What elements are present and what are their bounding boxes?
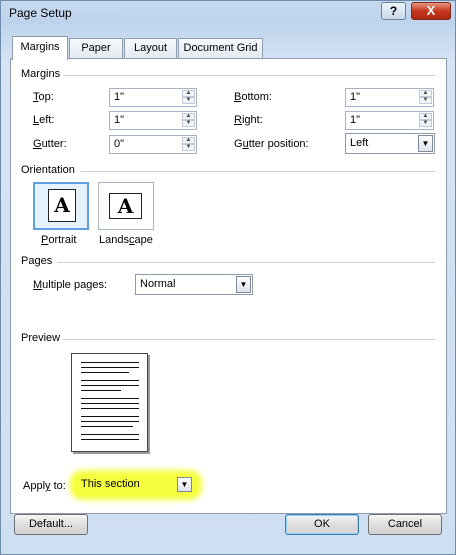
preview-divider bbox=[63, 339, 435, 340]
gutter-value: 0" bbox=[114, 138, 125, 150]
help-button[interactable]: ? bbox=[381, 2, 406, 20]
window-title: Page Setup bbox=[9, 6, 72, 20]
spin-down-icon[interactable]: ▼ bbox=[182, 120, 195, 127]
multiple-pages-value: Normal bbox=[140, 278, 176, 290]
top-margin-spinner[interactable]: 1" ▲ ▼ bbox=[109, 88, 197, 107]
ok-button-label: OK bbox=[314, 518, 330, 530]
left-margin-spinner[interactable]: 1" ▲ ▼ bbox=[109, 111, 197, 130]
tab-layout[interactable]: Layout bbox=[124, 38, 177, 59]
tab-margins-label: Margins bbox=[20, 41, 60, 53]
spin-down-icon[interactable]: ▼ bbox=[182, 97, 195, 104]
chevron-down-icon[interactable]: ▼ bbox=[236, 276, 251, 293]
right-margin-spinner[interactable]: 1" ▲ ▼ bbox=[345, 111, 434, 130]
apply-to-select[interactable]: This section ▼ bbox=[76, 475, 194, 494]
landscape-label: Landscape bbox=[99, 234, 153, 246]
apply-to-label: Apply to: bbox=[23, 480, 66, 492]
multiple-pages-label: Multiple pages: bbox=[33, 279, 107, 291]
margins-section-label: Margins bbox=[21, 68, 61, 80]
tab-layout-label: Layout bbox=[133, 42, 168, 54]
chevron-down-icon[interactable]: ▼ bbox=[418, 135, 433, 152]
spin-up-icon[interactable]: ▲ bbox=[182, 90, 195, 97]
chevron-down-icon[interactable]: ▼ bbox=[177, 477, 192, 492]
preview-section-label: Preview bbox=[21, 332, 61, 344]
tab-document-grid[interactable]: Document Grid bbox=[178, 38, 263, 59]
ok-button[interactable]: OK bbox=[285, 514, 359, 535]
cancel-button[interactable]: Cancel bbox=[368, 514, 442, 535]
left-label: Left: bbox=[33, 114, 55, 126]
top-label: Top: bbox=[33, 91, 54, 103]
bottom-margin-value: 1" bbox=[350, 91, 361, 103]
right-margin-value: 1" bbox=[350, 114, 361, 126]
spin-up-icon[interactable]: ▲ bbox=[419, 90, 432, 97]
tab-paper[interactable]: Paper bbox=[69, 38, 123, 59]
gutter-spinner[interactable]: 0" ▲ ▼ bbox=[109, 135, 197, 154]
pages-section-label: Pages bbox=[21, 255, 53, 267]
tab-document-grid-label: Document Grid bbox=[183, 42, 258, 54]
gutter-label: Gutter: bbox=[33, 138, 67, 150]
pages-divider bbox=[57, 262, 435, 263]
multiple-pages-select[interactable]: Normal ▼ bbox=[135, 274, 253, 295]
spin-down-icon[interactable]: ▼ bbox=[419, 97, 432, 104]
preview-page-thumbnail bbox=[71, 353, 148, 452]
landscape-page-icon: A bbox=[109, 193, 142, 219]
portrait-page-icon: A bbox=[48, 189, 76, 222]
orientation-section-label: Orientation bbox=[21, 164, 75, 176]
tab-paper-label: Paper bbox=[81, 42, 111, 54]
landscape-option[interactable]: A bbox=[98, 182, 154, 230]
spin-down-icon[interactable]: ▼ bbox=[419, 120, 432, 127]
cancel-button-label: Cancel bbox=[387, 518, 423, 530]
margins-divider bbox=[63, 75, 435, 76]
spin-up-icon[interactable]: ▲ bbox=[182, 113, 195, 120]
left-margin-value: 1" bbox=[114, 114, 125, 126]
tab-margins[interactable]: Margins bbox=[12, 36, 68, 60]
close-button[interactable]: X bbox=[411, 2, 451, 20]
orientation-divider bbox=[81, 171, 435, 172]
default-button[interactable]: Default... bbox=[14, 514, 88, 535]
spin-up-icon[interactable]: ▲ bbox=[182, 137, 195, 144]
apply-to-value: This section bbox=[81, 478, 140, 490]
right-label: Right: bbox=[234, 114, 263, 126]
gutter-position-select[interactable]: Left ▼ bbox=[345, 133, 435, 154]
portrait-label: Portrait bbox=[41, 234, 77, 246]
spin-down-icon[interactable]: ▼ bbox=[182, 144, 195, 151]
gutter-position-label: Gutter position: bbox=[234, 138, 309, 150]
top-margin-value: 1" bbox=[114, 91, 125, 103]
spin-up-icon[interactable]: ▲ bbox=[419, 113, 432, 120]
page-setup-dialog: Page Setup ? X Margins Paper Layout Docu… bbox=[0, 0, 456, 555]
title-bar: Page Setup ? X bbox=[1, 1, 455, 27]
portrait-option[interactable]: A bbox=[33, 182, 89, 230]
bottom-margin-spinner[interactable]: 1" ▲ ▼ bbox=[345, 88, 434, 107]
gutter-position-value: Left bbox=[350, 137, 369, 149]
bottom-label: Bottom: bbox=[234, 91, 272, 103]
default-button-label: Default... bbox=[28, 518, 74, 530]
